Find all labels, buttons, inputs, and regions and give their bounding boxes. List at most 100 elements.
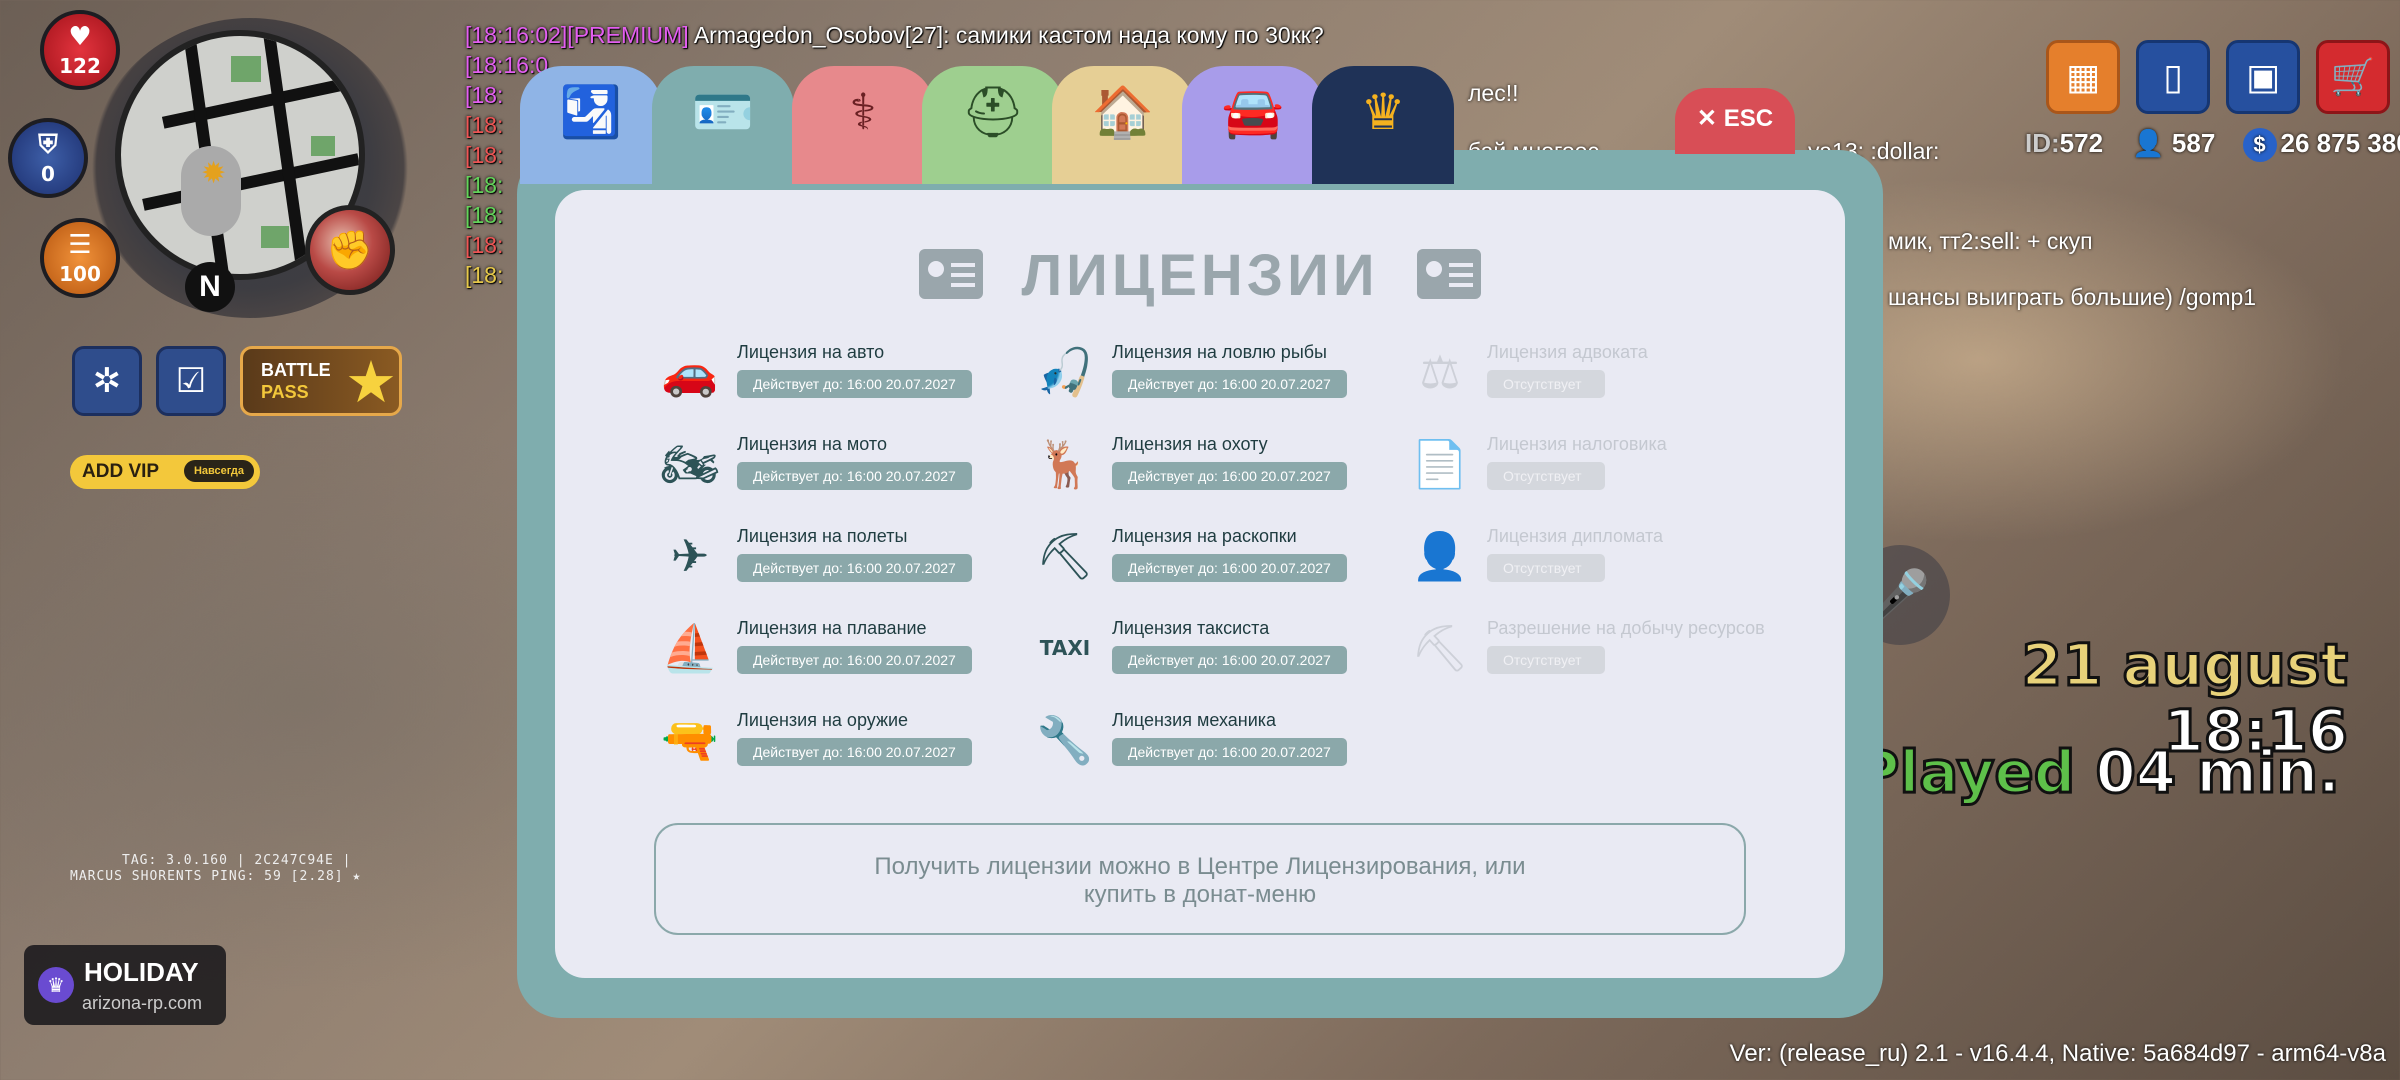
online-icon: 👤 [2132, 128, 2165, 158]
diplomat-icon: 👤 [1411, 529, 1469, 583]
tab-licenses[interactable]: 🪪 [652, 66, 794, 184]
menu-grid-icon: ▦ [2065, 57, 2100, 98]
battle-pass-line2: PASS [261, 382, 309, 402]
chat-fragment: мик, тт2:sell: + скуп [1888, 228, 2093, 254]
tab-passport[interactable]: 🛂 [520, 66, 662, 184]
medical-icon: ⚕ [849, 83, 877, 141]
license-status-badge: Действует до: 16:00 20.07.2027 [737, 370, 972, 398]
shop-cart-icon: 🛒 [2330, 57, 2376, 98]
license-item[interactable]: ⚖ Лицензия адвоката Отсутствует [1410, 340, 1750, 410]
armor-indicator: ⛨ 0 [8, 118, 88, 198]
chat-fragment: шансы выиграть большие) /gomp1 [1888, 284, 2257, 310]
tab-vip[interactable]: ♛ [1312, 66, 1454, 184]
game-date: 21 august [2020, 631, 2349, 700]
played-label: Played [1855, 737, 2076, 808]
license-status-badge: Действует до: 16:00 20.07.2027 [1112, 370, 1347, 398]
add-vip-button[interactable]: ADD VIP Навсегда [70, 455, 260, 489]
vip-label: ADD VIP [82, 461, 160, 482]
license-item[interactable]: 🚗 Лицензия на авто Действует до: 16:00 20.… [660, 340, 1000, 410]
compass-north: N [185, 262, 235, 312]
license-item[interactable]: ⛵ Лицензия на плавание Действует до: 16:00… [660, 616, 1000, 686]
player-stats: ID:572 👤 587 $26 875 380 [2025, 128, 2400, 163]
license-name: Лицензия дипломата [1487, 526, 1664, 546]
license-item[interactable]: 👤 Лицензия дипломата Отсутствует [1410, 524, 1750, 594]
star-icon: ★ [345, 348, 397, 416]
license-name: Лицензия на плавание [737, 618, 927, 638]
inventory-button[interactable]: ▣ [2226, 40, 2300, 114]
burger-icon: ☰ [68, 230, 92, 260]
shop-cart-button[interactable]: 🛒 [2316, 40, 2390, 114]
motorcycle-icon: 🏍 [660, 437, 720, 491]
panel-title-row: ЛИЦЕНЗИИ [555, 242, 1845, 309]
heart-icon: ♥ [68, 22, 92, 52]
license-name: Лицензия налоговика [1487, 434, 1667, 454]
battle-pass-button[interactable]: BATTLE PASS ★ [240, 346, 402, 416]
armor-vest-icon: ⛨ [38, 130, 58, 160]
tax-document-icon: 📄 [1411, 437, 1469, 491]
license-status-badge: Действует до: 16:00 20.07.2027 [1112, 646, 1347, 674]
license-name: Лицензия на авто [737, 342, 885, 362]
armor-value: 0 [41, 162, 55, 186]
license-name: Лицензия адвоката [1487, 342, 1648, 362]
license-item[interactable]: 🔫 Лицензия на оружие Действует до: 16:00 2… [660, 708, 1000, 778]
license-item[interactable]: ✈ Лицензия на полеты Действует до: 16:00 2… [660, 524, 1000, 594]
vip-duration-badge: Навсегда [183, 460, 254, 482]
loading-action-button[interactable]: ✲ [72, 346, 142, 416]
phone-button[interactable]: ▯ [2136, 40, 2210, 114]
server-badge: ♛ HOLIDAY arizona-rp.com [24, 945, 226, 1025]
taxi-icon: TAXI [1039, 636, 1091, 660]
battle-pass-line1: BATTLE [261, 360, 331, 380]
license-name: Лицензия на охоту [1112, 434, 1268, 454]
car-icon: 🚗 [661, 345, 719, 399]
chat-fragment: лес!! [1468, 80, 1519, 106]
info-line: купить в донат-меню [1083, 881, 1317, 908]
spinner-cursor-icon: ✲ [92, 361, 122, 401]
esc-close-button[interactable]: ✕ ESC [1675, 88, 1795, 154]
passport-icon: 🛂 [559, 83, 623, 141]
player-ping-info: MARCUS SHORENTS PING: 59 [2.28] ★ [70, 869, 362, 884]
tasks-button[interactable]: ☑ [156, 346, 226, 416]
car-icon: 🚘 [1221, 83, 1285, 141]
license-name: Лицензия на ловлю рыбы [1112, 342, 1327, 362]
checklist-icon: ☑ [175, 361, 207, 401]
license-name: Лицензия на полеты [737, 526, 908, 546]
license-name: Лицензия на мото [737, 434, 887, 454]
license-status-badge: Действует до: 16:00 20.07.2027 [737, 462, 972, 490]
hunger-value: 100 [59, 262, 101, 286]
id-card-icon [919, 248, 984, 299]
tab-vehicles[interactable]: 🚘 [1182, 66, 1324, 184]
license-status-badge: Действует до: 16:00 20.07.2027 [1112, 462, 1347, 490]
license-name: Лицензия на оружие [737, 710, 909, 730]
license-item[interactable]: 🏍 Лицензия на мото Действует до: 16:00 20.… [660, 432, 1000, 502]
menu-grid-button[interactable]: ▦ [2046, 40, 2120, 114]
license-item[interactable]: ⛏ Разрешение на добычу ресурсов Отсутствуе… [1410, 616, 1765, 686]
license-item[interactable]: 📄 Лицензия налоговика Отсутствует [1410, 432, 1750, 502]
license-item[interactable]: 🦌 Лицензия на охоту Действует до: 16:00 20… [1035, 432, 1375, 502]
server-name: HOLIDAY [84, 957, 199, 987]
gavel-icon: ⚖ [1419, 345, 1461, 399]
fist-weapon-icon[interactable]: ✊ [305, 205, 395, 295]
property-icon: 🏠 [1091, 83, 1155, 141]
license-name: Лицензия на раскопки [1112, 526, 1297, 546]
dollar-icon: $ [2242, 128, 2277, 163]
license-item[interactable]: 🎣 Лицензия на ловлю рыбы Действует до: 16:… [1035, 340, 1375, 410]
license-name: Лицензия механика [1112, 710, 1277, 730]
tab-property[interactable]: 🏠 [1052, 66, 1194, 184]
license-status-badge: Действует до: 16:00 20.07.2027 [737, 738, 972, 766]
license-name: Лицензия таксиста [1112, 618, 1270, 638]
fishing-icon: 🎣 [1036, 345, 1094, 399]
tab-military[interactable]: ⛑ [922, 66, 1064, 184]
id-card-icon [1416, 248, 1481, 299]
crown-icon: ♛ [1360, 83, 1406, 141]
plane-icon: ✈ [670, 529, 710, 583]
license-item[interactable]: TAXI Лицензия таксиста Действует до: 16:00… [1035, 616, 1375, 686]
license-item[interactable]: ⛏ Лицензия на раскопки Действует до: 16:00… [1035, 524, 1375, 594]
sailboat-icon: ⛵ [661, 621, 719, 675]
tab-medical[interactable]: ⚕ [792, 66, 934, 184]
tools-icon: 🔧 [1036, 713, 1094, 767]
license-status-badge: Отсутствует [1487, 462, 1605, 490]
license-status-badge: Отсутствует [1487, 370, 1605, 398]
player-marker-icon: ✹ [201, 156, 227, 191]
license-status-badge: Действует до: 16:00 20.07.2027 [1112, 554, 1347, 582]
license-item[interactable]: 🔧 Лицензия механика Действует до: 16:00 20… [1035, 708, 1375, 778]
